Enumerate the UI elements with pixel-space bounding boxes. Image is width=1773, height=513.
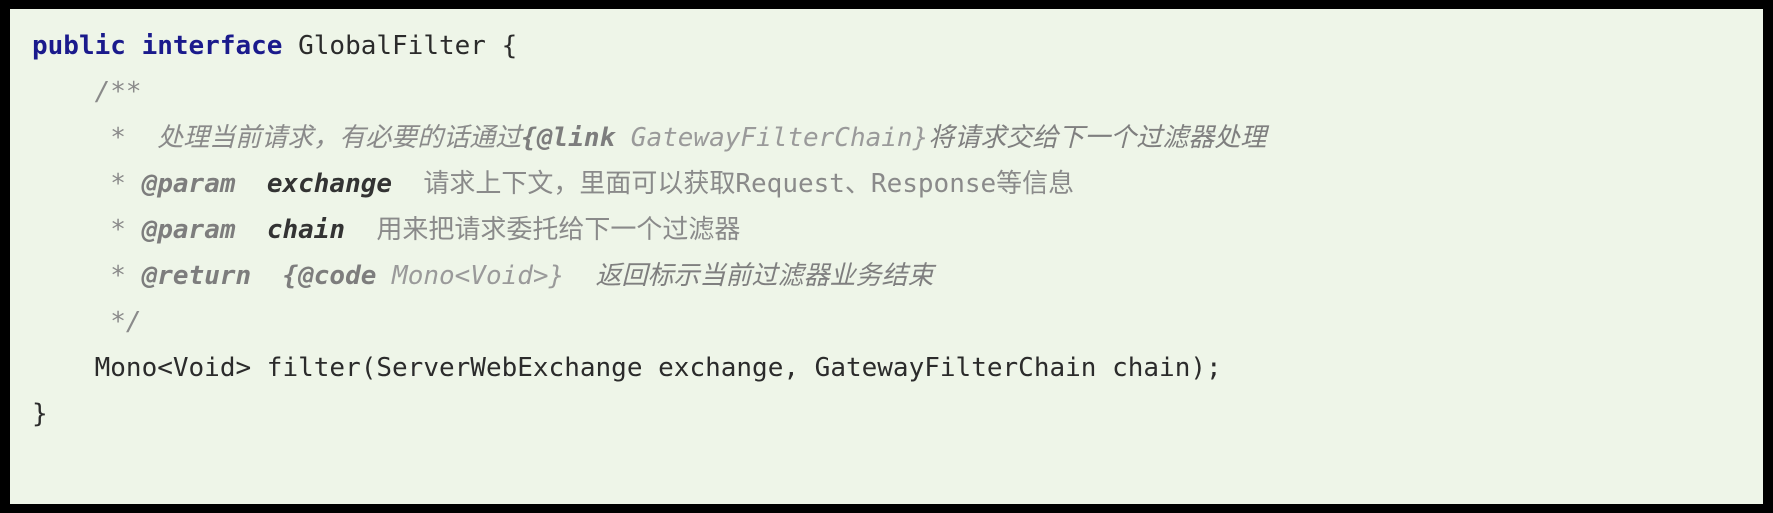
code-line[interactable]: /**	[32, 69, 1763, 115]
code-token: *	[32, 215, 142, 245]
code-token: Mono<Void>}	[376, 261, 565, 291]
code-line[interactable]: public interface GlobalFilter {	[32, 23, 1763, 69]
code-token: @param	[141, 169, 236, 199]
code-editor-surface[interactable]: public interface GlobalFilter { /** * 处理…	[10, 9, 1763, 504]
code-token: */	[32, 307, 142, 337]
code-token: 请求上下文，里面可以获取Request、Response等信息	[392, 169, 1075, 199]
code-snippet-window: public interface GlobalFilter { /** * 处理…	[0, 0, 1773, 513]
code-token: public interface	[32, 31, 283, 61]
code-token: /**	[32, 77, 142, 107]
code-token: }	[32, 399, 48, 429]
code-token: *	[32, 261, 142, 291]
code-token: Mono<Void> filter(ServerWebExchange exch…	[32, 353, 1222, 383]
code-line[interactable]: */	[32, 299, 1763, 345]
code-token: @return	[141, 261, 252, 291]
code-line[interactable]: }	[32, 391, 1763, 437]
code-line[interactable]: * 处理当前请求，有必要的话通过{@link GatewayFilterChai…	[32, 115, 1763, 161]
code-line[interactable]: * @return {@code Mono<Void>} 返回标示当前过滤器业务…	[32, 253, 1763, 299]
code-token: GlobalFilter {	[282, 31, 518, 61]
code-line[interactable]: Mono<Void> filter(ServerWebExchange exch…	[32, 345, 1763, 391]
code-line[interactable]: * @param exchange 请求上下文，里面可以获取Request、Re…	[32, 161, 1763, 207]
code-line[interactable]: * @param chain 用来把请求委托给下一个过滤器	[32, 207, 1763, 253]
code-token: GatewayFilterChain}	[615, 123, 929, 153]
code-token: exchange	[266, 169, 393, 199]
code-lines-container: public interface GlobalFilter { /** * 处理…	[32, 23, 1763, 437]
code-token: 用来把请求委托给下一个过滤器	[345, 215, 741, 245]
code-token: *	[32, 169, 142, 199]
code-token: chain	[266, 215, 346, 245]
code-token: {@link	[521, 123, 616, 153]
code-token: @param	[141, 215, 236, 245]
code-token: {@code	[282, 261, 377, 291]
code-token: 返回标示当前过滤器业务结束	[564, 261, 934, 291]
code-token: 将请求交给下一个过滤器处理	[928, 123, 1267, 153]
code-token: * 处理当前请求，有必要的话通过	[32, 123, 522, 153]
